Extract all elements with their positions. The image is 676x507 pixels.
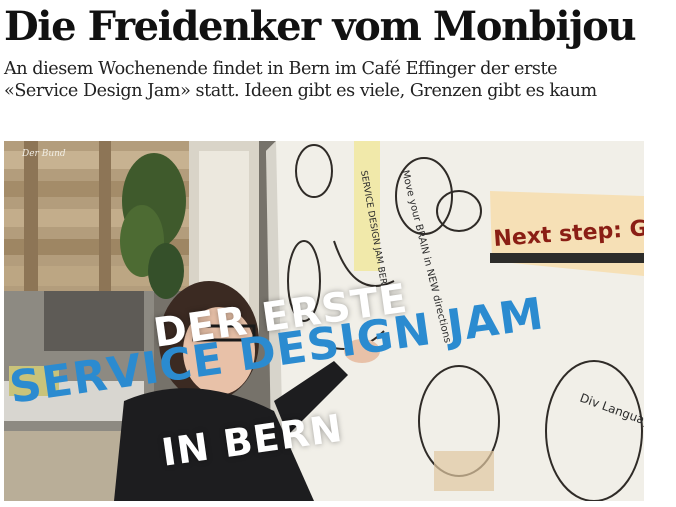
channel-logo: Der Bund <box>22 149 66 159</box>
video-frame-illustration: SERVICE DESIGN JAM BERN Move your BRAIN … <box>4 141 644 501</box>
article-headline: Die Freidenker vom Monbijou <box>4 3 637 50</box>
lead-line-1: An diesem Wochenende findet in Bern im C… <box>4 59 558 79</box>
video-player[interactable]: SERVICE DESIGN JAM BERN Move your BRAIN … <box>4 141 644 501</box>
article-lead: An diesem Wochenende findet in Bern im C… <box>4 58 676 102</box>
lead-line-2: «Service Design Jam» statt. Ideen gibt e… <box>4 81 597 101</box>
